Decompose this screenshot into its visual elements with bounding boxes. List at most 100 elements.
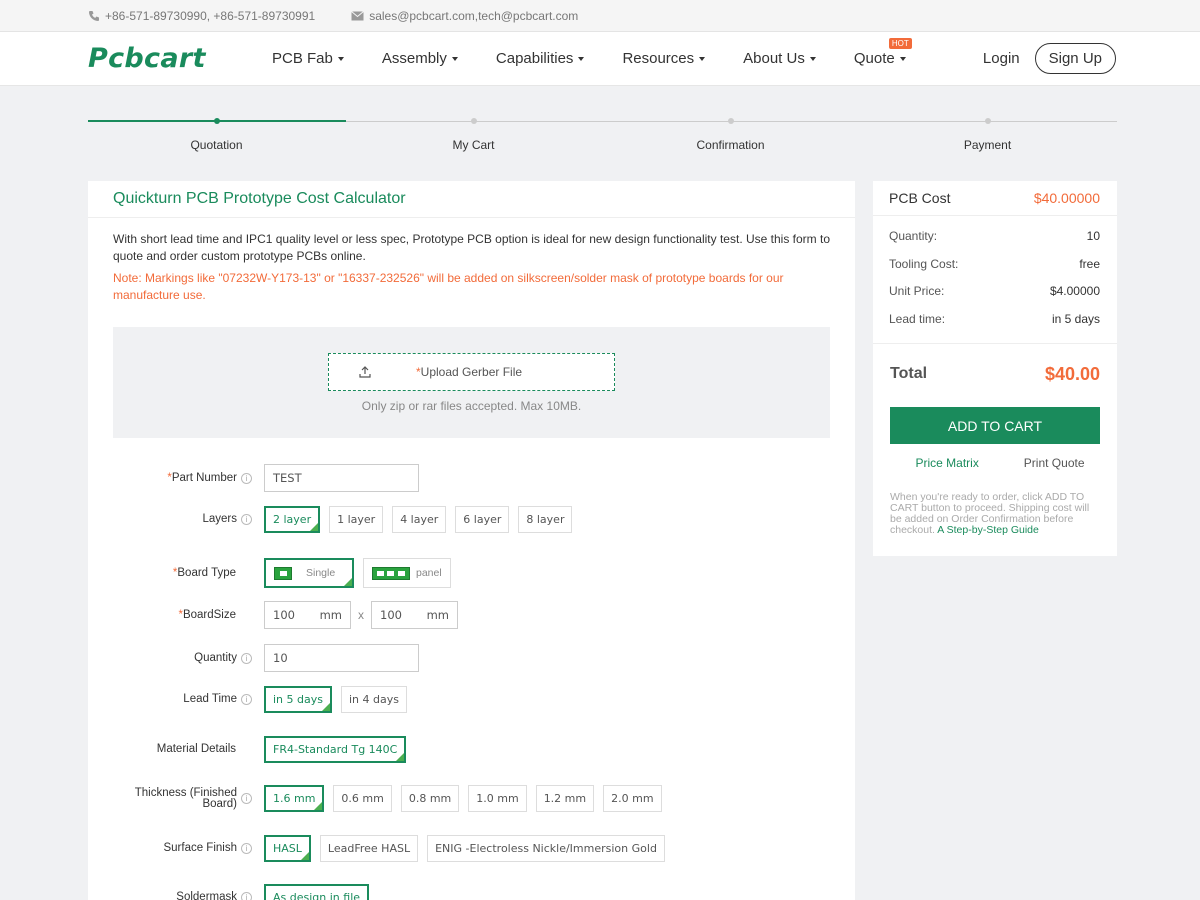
chevron-down-icon: [809, 56, 816, 61]
step-dot: [470, 118, 477, 124]
calculator-title: Quickturn PCB Prototype Cost Calculator: [88, 181, 855, 218]
main-navbar: Pcbcart PCB Fab Assembly Capabilities Re…: [0, 32, 1200, 86]
step-dot: [213, 118, 220, 124]
info-icon[interactable]: i: [241, 793, 252, 804]
material-option[interactable]: FR4-Standard Tg 140C: [264, 736, 407, 763]
soldermask-option[interactable]: As design in file: [264, 884, 370, 900]
step-confirmation: Confirmation: [602, 116, 859, 152]
layer-option[interactable]: 2 layer: [264, 506, 321, 533]
nav-resources[interactable]: Resources: [622, 50, 706, 67]
info-icon[interactable]: i: [241, 694, 252, 705]
phone-icon: [89, 10, 99, 21]
lead-time-option[interactable]: in 4 days: [340, 686, 407, 713]
step-guide-link[interactable]: A Step-by-Step Guide: [937, 524, 1039, 536]
print-quote-link[interactable]: Print Quote: [1024, 456, 1085, 470]
nav-menu: PCB Fab Assembly Capabilities Resources …: [272, 38, 983, 67]
lead-time-options: in 5 days in 4 days: [264, 686, 416, 713]
total-value: $40.00: [1044, 363, 1100, 384]
signup-button[interactable]: Sign Up: [1034, 43, 1116, 74]
thickness-option[interactable]: 1.0 mm: [468, 785, 527, 812]
part-number-input[interactable]: TEST: [264, 464, 419, 492]
quantity-label: Quantity: [194, 651, 237, 664]
lead-time-option[interactable]: in 5 days: [264, 686, 332, 713]
surface-finish-label: Surface Finish: [163, 842, 237, 854]
board-height-input[interactable]: 100 mm: [371, 601, 458, 629]
board-type-single[interactable]: Single: [264, 558, 354, 588]
total-label: Total: [890, 365, 928, 382]
layer-option[interactable]: 8 layer: [518, 506, 573, 533]
lead-time-label: Lead Time: [183, 693, 237, 705]
single-board-icon: [274, 566, 292, 580]
info-icon[interactable]: i: [241, 514, 252, 525]
summary-total: Total $40.00: [873, 344, 1117, 404]
surface-finish-options: HASL LeadFree HASL ENIG -Electroless Nic…: [264, 835, 674, 862]
step-quotation: Quotation: [88, 116, 345, 152]
login-link[interactable]: Login: [983, 50, 1020, 67]
material-options: FR4-Standard Tg 140C: [264, 736, 415, 763]
calculator-panel: Quickturn PCB Prototype Cost Calculator …: [88, 181, 855, 900]
email-info: sales@pcbcart.com,tech@pcbcart.com: [351, 9, 578, 23]
calculator-description: With short lead time and IPC1 quality le…: [113, 232, 831, 263]
step-dot: [727, 118, 734, 124]
price-matrix-link[interactable]: Price Matrix: [915, 456, 978, 470]
nav-pcb-fab[interactable]: PCB Fab: [272, 50, 344, 67]
checkout-progress: Quotation My Cart Confirmation Payment: [88, 116, 1117, 156]
nav-quote[interactable]: Quote HOT: [854, 38, 912, 67]
nav-assembly[interactable]: Assembly: [382, 50, 458, 67]
row-thickness: Thickness (Finished Board) i 1.6 mm 0.6 mm…: [88, 785, 671, 812]
hot-badge: HOT: [888, 38, 912, 49]
upload-icon: [359, 366, 371, 378]
phone-numbers: +86-571-89730990, +86-571-89730991: [105, 8, 316, 23]
summary-links: Price Matrix Print Quote: [873, 444, 1117, 470]
material-label: Material Details: [156, 743, 236, 755]
upload-area: *Upload Gerber File Only zip or rar file…: [113, 327, 830, 438]
row-surface-finish: Surface Finish i HASL LeadFree HASL ENIG …: [88, 835, 674, 862]
summary-title: PCB Cost: [889, 190, 951, 206]
row-board-size: *BoardSize 100 mm x 100 mm: [88, 601, 458, 629]
board-size-inputs: 100 mm x 100 mm: [264, 601, 458, 629]
upload-gerber-button[interactable]: *Upload Gerber File: [328, 353, 615, 391]
layer-option[interactable]: 1 layer: [329, 506, 384, 533]
summary-row: Lead time: in 5 days: [889, 311, 1100, 326]
info-icon[interactable]: i: [241, 652, 252, 664]
thickness-option[interactable]: 2.0 mm: [603, 785, 662, 812]
thickness-option[interactable]: 0.6 mm: [333, 785, 392, 812]
thickness-option[interactable]: 1.2 mm: [535, 785, 595, 812]
summary-row: Quantity: 10: [889, 229, 1100, 243]
surface-finish-option[interactable]: HASL: [264, 835, 311, 862]
row-lead-time: Lead Time i in 5 days in 4 days: [88, 686, 416, 713]
part-number-label: Part Number: [171, 471, 237, 484]
info-icon[interactable]: i: [241, 892, 252, 900]
layer-option[interactable]: 6 layer: [455, 506, 510, 533]
chevron-down-icon: [337, 56, 344, 61]
surface-finish-option[interactable]: LeadFree HASL: [319, 835, 419, 862]
board-width-input[interactable]: 100 mm: [264, 601, 351, 629]
nav-capabilities[interactable]: Capabilities: [496, 50, 585, 67]
add-to-cart-button[interactable]: ADD TO CART: [890, 407, 1100, 444]
thickness-option[interactable]: 0.8 mm: [400, 785, 460, 812]
summary-cost: $40.00000: [1033, 190, 1100, 206]
summary-note: When you're ready to order, click ADD TO…: [890, 491, 1090, 536]
panel-board-icon: [372, 566, 410, 580]
thickness-option[interactable]: 1.6 mm: [264, 785, 325, 812]
nav-about-us[interactable]: About Us: [743, 50, 816, 67]
site-logo[interactable]: Pcbcart: [88, 43, 272, 74]
thickness-label: Thickness (Finished Board): [134, 786, 237, 810]
email-addresses[interactable]: sales@pcbcart.com,tech@pcbcart.com: [369, 9, 578, 23]
row-board-type: *Board Type Single panel: [88, 558, 460, 588]
summary-row: Unit Price: $4.00000: [889, 284, 1100, 298]
row-material: Material Details FR4-Standard Tg 140C: [88, 736, 415, 763]
info-icon[interactable]: i: [241, 843, 252, 854]
step-dot: [984, 118, 991, 124]
board-type-panel[interactable]: panel: [363, 558, 451, 588]
surface-finish-option[interactable]: ENIG -Electroless Nickle/Immersion Gold: [427, 835, 665, 862]
info-icon[interactable]: i: [241, 472, 252, 484]
upload-hint: Only zip or rar files accepted. Max 10MB…: [361, 399, 582, 413]
layer-option[interactable]: 4 layer: [392, 506, 447, 533]
row-quantity: Quantity i 10: [88, 644, 419, 672]
size-separator: x: [358, 608, 364, 622]
quantity-input[interactable]: 10: [264, 644, 419, 672]
chevron-down-icon: [451, 56, 458, 61]
layers-label: Layers: [202, 513, 237, 525]
row-part-number: *Part Number i TEST: [88, 464, 419, 492]
